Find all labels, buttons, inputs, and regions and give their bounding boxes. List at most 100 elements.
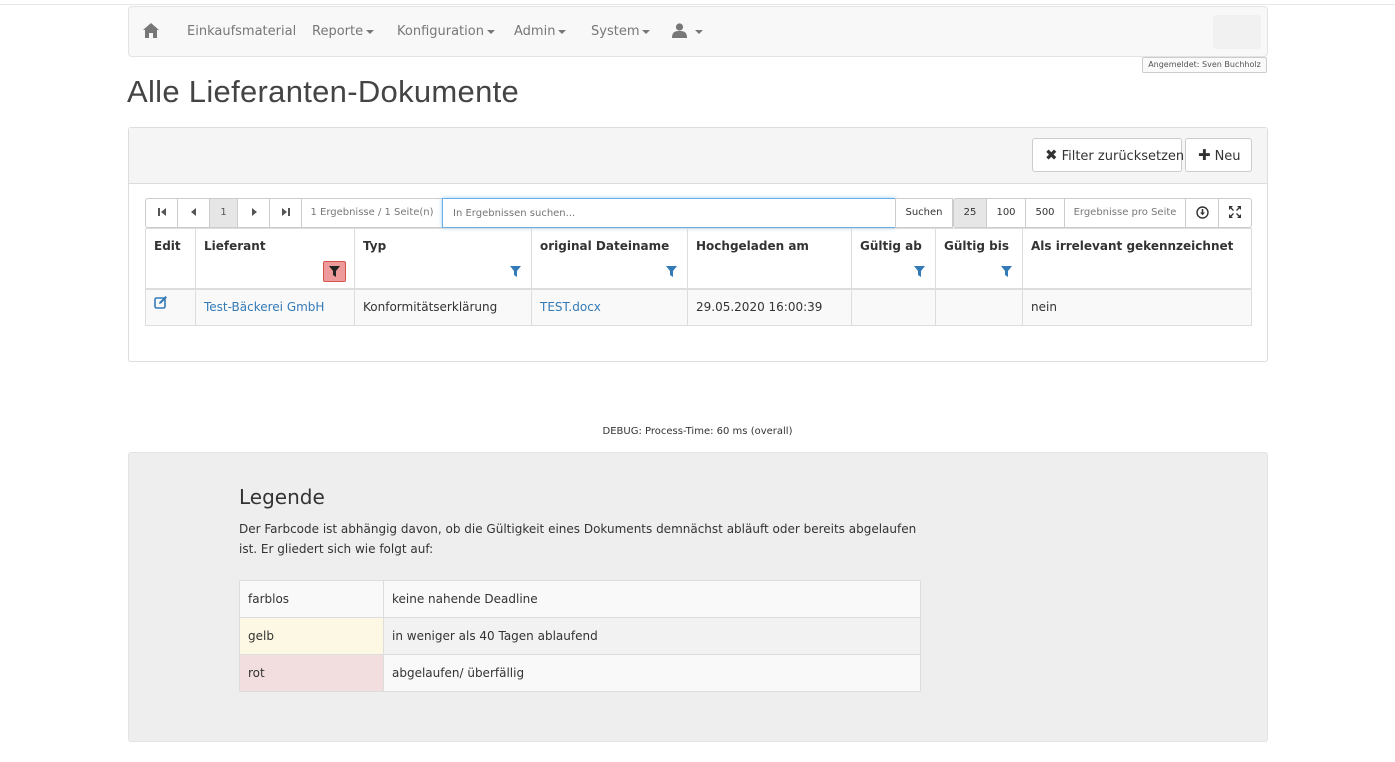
page-size-100-button[interactable]: 100: [986, 198, 1026, 228]
table-header-row: Edit Lieferant Typ original Dateiname Ho…: [145, 228, 1252, 290]
legend-meaning: abgelaufen/ überfällig: [383, 654, 921, 692]
legend-text: Der Farbcode ist abhängig davon, ob die …: [239, 522, 917, 556]
download-button[interactable]: [1185, 198, 1219, 228]
next-page-icon: [251, 208, 257, 216]
table-row: Test-Bäckerei GmbH Konformitätserklärung…: [145, 288, 1252, 326]
nav-admin[interactable]: Admin: [514, 7, 567, 56]
nav-label: System: [591, 24, 640, 39]
search-button[interactable]: Suchen: [895, 198, 953, 228]
nav-konfiguration[interactable]: Konfiguration: [397, 7, 495, 56]
col-gueltig-ab[interactable]: Gültig ab: [851, 228, 936, 290]
debug-info: DEBUG: Process-Time: 60 ms (overall): [602, 426, 793, 437]
caret-down-icon: [558, 29, 567, 34]
filter-icon[interactable]: [1001, 265, 1012, 280]
nav-label: Konfiguration: [397, 24, 484, 39]
col-lieferant[interactable]: Lieferant: [195, 228, 355, 290]
col-header-label: Gültig ab: [860, 239, 922, 253]
fullscreen-button[interactable]: [1218, 198, 1252, 228]
caret-down-icon: [695, 30, 703, 34]
search-input[interactable]: [442, 198, 896, 228]
col-edit: Edit: [145, 228, 196, 290]
filename-cell: TEST.docx: [531, 288, 688, 326]
filename-link[interactable]: TEST.docx: [540, 300, 601, 314]
user-icon: [672, 23, 687, 38]
filter-icon[interactable]: [510, 265, 521, 280]
next-page-button[interactable]: [237, 198, 270, 228]
first-page-button[interactable]: [145, 198, 178, 228]
col-gueltig-bis[interactable]: Gültig bis: [935, 228, 1023, 290]
edit-cell: [145, 288, 196, 326]
page-size-label: Ergebnisse pro Seite: [1064, 198, 1186, 228]
documents-table: Edit Lieferant Typ original Dateiname Ho…: [145, 228, 1252, 326]
nav-label: Reporte: [312, 24, 364, 39]
close-icon: ✖: [1045, 146, 1058, 164]
download-icon: [1195, 205, 1209, 219]
prev-page-button[interactable]: [177, 198, 210, 228]
nav-label: Admin: [514, 24, 556, 39]
last-page-button[interactable]: [269, 198, 302, 228]
legend-color: farblos: [239, 580, 384, 618]
col-header-label: Typ: [363, 239, 387, 253]
valid-to-cell: [935, 288, 1023, 326]
legend-row: gelb in weniger als 40 Tagen ablaufend: [239, 617, 921, 655]
legend-panel: Legende Der Farbcode ist abhängig davon,…: [128, 452, 1268, 742]
nav-label: Einkaufsmaterial: [187, 24, 297, 39]
legend-color: gelb: [239, 617, 384, 655]
legend-row: farblos keine nahende Deadline: [239, 580, 921, 618]
new-button[interactable]: ✚ Neu: [1185, 138, 1252, 172]
last-page-icon: [281, 208, 290, 216]
results-info: 1 Ergebnisse / 1 Seite(n): [301, 198, 443, 228]
caret-down-icon: [366, 29, 375, 34]
legend-meaning: in weniger als 40 Tagen ablaufend: [383, 617, 921, 655]
col-dateiname[interactable]: original Dateiname: [531, 228, 688, 290]
caret-down-icon: [642, 29, 651, 34]
current-page-button[interactable]: 1: [209, 198, 238, 228]
col-header-label: Als irrelevant gekennzeichnet: [1031, 239, 1234, 253]
col-irrelevant[interactable]: Als irrelevant gekennzeichnet: [1022, 228, 1252, 290]
col-typ[interactable]: Typ: [354, 228, 532, 290]
filter-icon[interactable]: [666, 265, 677, 280]
irrelevant-cell: nein: [1022, 288, 1252, 326]
uploaded-cell: 29.05.2020 16:00:39: [687, 288, 852, 326]
legend-color: rot: [239, 654, 384, 692]
legend-title: Legende: [239, 485, 325, 509]
new-label: Neu: [1214, 149, 1241, 164]
type-cell: Konformitätserklärung: [354, 288, 532, 326]
prev-page-icon: [190, 208, 196, 216]
valid-from-cell: [851, 288, 936, 326]
filter-icon[interactable]: [914, 265, 925, 280]
page-size-500-button[interactable]: 500: [1025, 198, 1065, 228]
page-size-25-button[interactable]: 25: [953, 198, 987, 228]
col-header-label: Lieferant: [204, 239, 266, 253]
reset-filter-button[interactable]: ✖ Filter zurücksetzen: [1032, 138, 1185, 172]
edit-icon[interactable]: [154, 288, 168, 323]
fullscreen-icon: [1229, 206, 1241, 218]
user-menu[interactable]: [672, 7, 704, 56]
col-header-label: original Dateiname: [540, 239, 670, 253]
reset-filter-label: Filter zurücksetzen: [1061, 149, 1185, 164]
panel-header: ✖ Filter zurücksetzen ✚ Neu: [129, 128, 1267, 184]
col-hochgeladen[interactable]: Hochgeladen am: [687, 228, 852, 290]
first-page-icon: [157, 208, 166, 216]
nav-system[interactable]: System: [591, 7, 651, 56]
login-badge: Angemeldet: Sven Buchholz: [1142, 57, 1267, 73]
caret-down-icon: [486, 29, 495, 34]
col-header-label: Edit: [154, 239, 181, 253]
legend-row: rot abgelaufen/ überfällig: [239, 654, 921, 692]
nav-reporte[interactable]: Reporte: [312, 7, 375, 56]
documents-panel: ✖ Filter zurücksetzen ✚ Neu 1 1 Ergebnisse…: [128, 127, 1268, 362]
supplier-cell: Test-Bäckerei GmbH: [195, 288, 355, 326]
navbar: Einkaufsmaterial Reporte Konfiguration A…: [128, 6, 1268, 57]
col-header-label: Hochgeladen am: [696, 239, 809, 253]
legend-meaning: keine nahende Deadline: [383, 580, 921, 618]
plus-icon: ✚: [1198, 146, 1211, 164]
home-icon[interactable]: [143, 7, 161, 56]
legend-table: farblos keine nahende Deadline gelb in w…: [239, 580, 921, 692]
page-title: Alle Lieferanten-Dokumente: [127, 74, 520, 109]
nav-einkaufsmaterial[interactable]: Einkaufsmaterial: [187, 7, 296, 56]
supplier-link[interactable]: Test-Bäckerei GmbH: [204, 300, 324, 314]
top-divider: [0, 4, 1395, 5]
filter-active-icon[interactable]: [323, 260, 346, 282]
nav-placeholder: [1213, 15, 1261, 49]
col-header-label: Gültig bis: [944, 239, 1009, 253]
